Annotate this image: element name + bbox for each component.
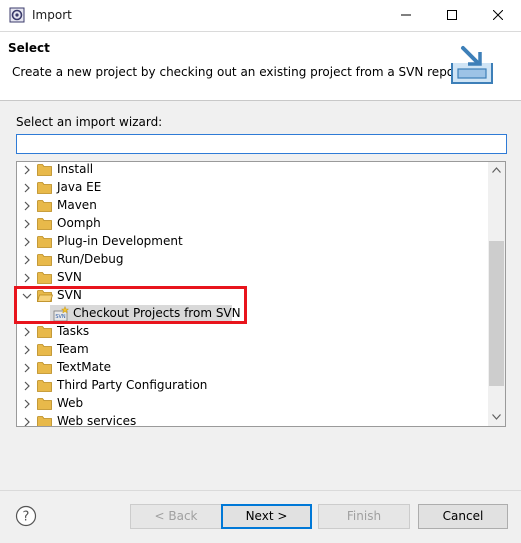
- tree-category-label: Plug-in Development: [57, 234, 183, 248]
- tree-category-row[interactable]: Team: [17, 341, 488, 359]
- chevron-right-icon[interactable]: [22, 255, 32, 265]
- banner-title: Select: [8, 41, 50, 55]
- tree-category-label: Third Party Configuration: [57, 378, 208, 392]
- chevron-right-icon[interactable]: [22, 183, 32, 193]
- window-titlebar[interactable]: Import: [0, 0, 521, 32]
- tree-category-row[interactable]: SVN: [17, 269, 488, 287]
- tree-category-row[interactable]: Web: [17, 395, 488, 413]
- help-icon[interactable]: ?: [15, 505, 37, 527]
- tree-category-label: Maven: [57, 198, 97, 212]
- chevron-right-icon[interactable]: [22, 273, 32, 283]
- back-button[interactable]: < Back: [130, 504, 222, 529]
- folder-icon: [37, 236, 52, 248]
- svg-text:SVN: SVN: [55, 314, 66, 320]
- tree-category-label: TextMate: [57, 360, 112, 374]
- maximize-icon: [447, 10, 457, 20]
- folder-icon: [37, 182, 52, 194]
- finish-button[interactable]: Finish: [318, 504, 410, 529]
- tree-category-row[interactable]: TextMate: [17, 359, 488, 377]
- tree-category-row[interactable]: Plug-in Development: [17, 233, 488, 251]
- import-wizard-icon: [451, 46, 493, 84]
- tree-category-label: Tasks: [57, 324, 90, 338]
- chevron-right-icon[interactable]: [22, 417, 32, 426]
- tree-wizard-row[interactable]: SVN Checkout Projects from SVN: [17, 305, 488, 323]
- tree-category-row[interactable]: Run/Debug: [17, 251, 488, 269]
- scroll-thumb[interactable]: [489, 241, 504, 386]
- folder-icon: [37, 272, 52, 284]
- chevron-up-icon: [492, 167, 501, 173]
- folder-icon: [37, 164, 52, 176]
- minimize-icon: [401, 14, 411, 16]
- folder-icon: [37, 254, 52, 266]
- chevron-right-icon[interactable]: [22, 219, 32, 229]
- tree-wizard-label: Checkout Projects from SVN: [73, 306, 241, 320]
- folder-icon: [37, 344, 52, 356]
- tree-category-row[interactable]: Third Party Configuration: [17, 377, 488, 395]
- chevron-right-icon[interactable]: [22, 165, 32, 175]
- folder-icon: [37, 326, 52, 338]
- folder-icon: [37, 200, 52, 212]
- window-title: Import: [32, 8, 72, 22]
- selected-wizard-item[interactable]: SVN Checkout Projects from SVN: [50, 305, 241, 323]
- banner-description: Create a new project by checking out an …: [12, 65, 490, 79]
- scroll-up-button[interactable]: [488, 162, 505, 179]
- wizard-banner: Select Create a new project by checking …: [0, 32, 521, 101]
- tree-category-label: Run/Debug: [57, 252, 124, 266]
- tree-category-label: SVN: [57, 270, 82, 284]
- wizard-tree-viewport: Install Java EE Maven Oomph Plug-in Developm…: [17, 162, 488, 426]
- chevron-right-icon[interactable]: [22, 327, 32, 337]
- folder-open-icon: [37, 290, 53, 302]
- chevron-right-icon[interactable]: [22, 399, 32, 409]
- wizard-filter-input[interactable]: [16, 134, 507, 154]
- tree-category-row[interactable]: Oomph: [17, 215, 488, 233]
- wizard-tree[interactable]: Install Java EE Maven Oomph Plug-in Developm…: [16, 161, 506, 427]
- chevron-right-icon[interactable]: [22, 363, 32, 373]
- next-button[interactable]: Next >: [221, 504, 312, 529]
- vertical-scrollbar[interactable]: [488, 162, 505, 426]
- chevron-right-icon[interactable]: [22, 201, 32, 211]
- folder-icon: [37, 398, 52, 410]
- footer-divider: [0, 490, 521, 491]
- folder-icon: [37, 362, 52, 374]
- tree-category-row[interactable]: SVN: [17, 287, 488, 305]
- cancel-button[interactable]: Cancel: [418, 504, 508, 529]
- folder-icon: [37, 416, 52, 426]
- folder-icon: [37, 218, 52, 230]
- scroll-down-button[interactable]: [488, 409, 505, 426]
- tree-category-label: Java EE: [57, 180, 102, 194]
- maximize-button[interactable]: [429, 0, 475, 31]
- svg-text:?: ?: [23, 510, 30, 525]
- svn-checkout-icon: SVN: [53, 306, 69, 322]
- tree-category-row[interactable]: Java EE: [17, 179, 488, 197]
- tree-category-label: Web: [57, 396, 84, 410]
- chevron-right-icon[interactable]: [22, 345, 32, 355]
- tree-category-row[interactable]: Maven: [17, 197, 488, 215]
- tree-category-label: Web services: [57, 414, 137, 426]
- tree-category-row[interactable]: Tasks: [17, 323, 488, 341]
- minimize-button[interactable]: [383, 0, 429, 31]
- close-icon: [493, 10, 503, 20]
- eclipse-icon: [9, 7, 25, 23]
- close-button[interactable]: [475, 0, 521, 31]
- chevron-down-icon[interactable]: [22, 291, 32, 301]
- tree-category-label: SVN: [57, 288, 82, 302]
- tree-category-label: Install: [57, 162, 94, 176]
- tree-category-label: Oomph: [57, 216, 101, 230]
- tree-category-row[interactable]: Install: [17, 162, 488, 179]
- chevron-right-icon[interactable]: [22, 237, 32, 247]
- tree-category-label: Team: [57, 342, 89, 356]
- tree-category-row[interactable]: Web services: [17, 413, 488, 426]
- wizard-prompt-label: Select an import wizard:: [16, 115, 163, 129]
- chevron-down-icon: [492, 414, 501, 420]
- folder-icon: [37, 380, 52, 392]
- chevron-right-icon[interactable]: [22, 381, 32, 391]
